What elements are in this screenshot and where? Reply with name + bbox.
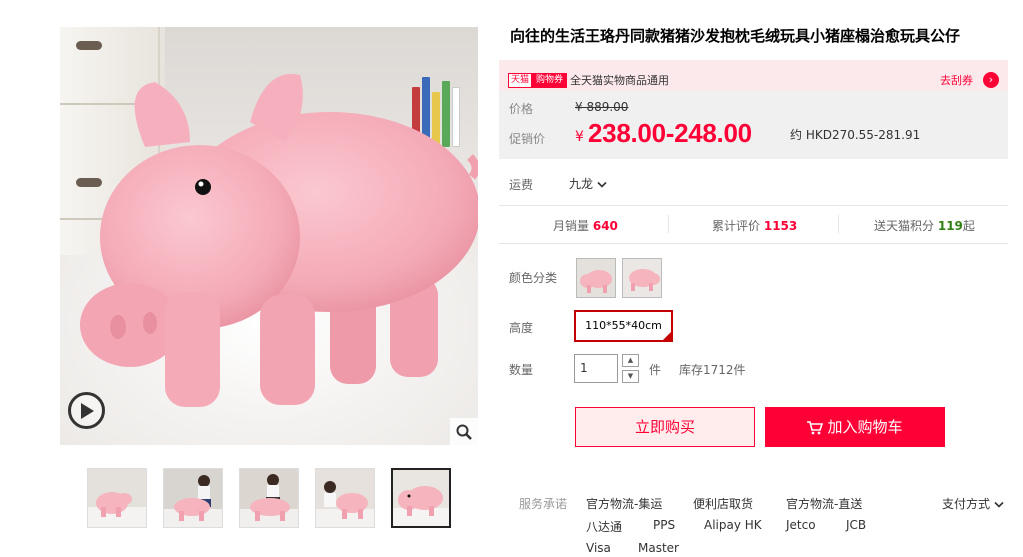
color-option-1[interactable] bbox=[576, 258, 616, 298]
quantity-input[interactable]: 1 bbox=[574, 354, 618, 383]
height-label: 高度 bbox=[509, 321, 534, 335]
total-reviews-value: 1153 bbox=[763, 219, 798, 233]
original-price: ¥ 889.00 bbox=[575, 100, 629, 114]
promo-price: 238.00-248.00 bbox=[588, 118, 752, 148]
color-option-2[interactable] bbox=[622, 258, 662, 298]
total-reviews[interactable]: 累计评价 1153 bbox=[712, 217, 797, 234]
divider bbox=[838, 215, 839, 233]
promo-currency-symbol: ¥ bbox=[575, 129, 584, 145]
payment-method-label: 支付方式 bbox=[942, 497, 991, 511]
quantity-decrease-button[interactable]: ▼ bbox=[622, 370, 639, 383]
tmall-points-label: 送天猫积分 bbox=[874, 219, 935, 233]
price-panel: 天猫 购物券 全天猫实物商品通用 去刮券 › 价格 ¥ 889.00 促销价 ¥ … bbox=[499, 60, 1008, 159]
play-video-button[interactable] bbox=[68, 392, 105, 429]
chevron-down-icon bbox=[597, 181, 607, 188]
coupon-description: 全天猫实物商品通用 bbox=[570, 74, 669, 87]
thumbnail-image bbox=[240, 469, 298, 527]
service-item: PPS bbox=[653, 518, 676, 532]
service-item: 官方物流-直送 bbox=[786, 497, 863, 511]
quantity-unit: 件 bbox=[649, 363, 662, 377]
shipping-destination-select[interactable]: 九龙 bbox=[569, 175, 607, 192]
quantity-increase-button[interactable]: ▲ bbox=[622, 354, 639, 367]
thumbnail-image bbox=[88, 469, 146, 527]
service-item: 便利店取货 bbox=[693, 497, 754, 511]
service-item: Visa bbox=[586, 541, 611, 555]
monthly-sales-label: 月销量 bbox=[553, 219, 590, 233]
total-reviews-label: 累计评价 bbox=[712, 219, 761, 233]
magnifier-icon bbox=[456, 424, 472, 440]
selected-check-icon bbox=[662, 331, 672, 341]
thumbnail-image bbox=[164, 469, 222, 527]
divider bbox=[499, 205, 1008, 206]
tmall-points-value: 119 bbox=[937, 219, 963, 233]
pink-pig-plush bbox=[80, 73, 478, 407]
tmall-points: 送天猫积分 119起 bbox=[874, 217, 975, 234]
get-coupon-link[interactable]: 去刮券 bbox=[940, 72, 973, 88]
thumbnail-4[interactable] bbox=[315, 468, 375, 528]
stock-count: 库存1712件 bbox=[679, 363, 746, 377]
color-label: 颜色分类 bbox=[509, 271, 558, 285]
coupon-row: 天猫 购物券 全天猫实物商品通用 去刮券 › bbox=[499, 60, 1008, 91]
buy-now-button[interactable]: 立即购买 bbox=[575, 407, 755, 447]
cart-icon bbox=[807, 420, 824, 434]
service-item: Master bbox=[638, 541, 679, 555]
tmall-points-suffix: 起 bbox=[962, 219, 975, 233]
promo-price-hkd: 约 HKD270.55-281.91 bbox=[790, 128, 921, 142]
service-item: Jetco bbox=[786, 518, 816, 532]
tmall-badge-label: 天猫 bbox=[508, 73, 533, 88]
zoom-button[interactable] bbox=[450, 418, 478, 445]
tmall-coupon-badge: 天猫 购物券 bbox=[508, 73, 568, 88]
height-option-label: 110*55*40cm bbox=[585, 319, 662, 332]
coupon-badge-label: 购物券 bbox=[532, 73, 568, 88]
thumbnail-image bbox=[316, 469, 374, 527]
play-icon bbox=[80, 402, 94, 419]
shipping-label: 运费 bbox=[509, 178, 534, 192]
product-title: 向往的生活王珞丹同款猪猪沙发抱枕毛绒玩具小猪座榻治愈玩具公仔 bbox=[510, 27, 961, 45]
thumbnail-3[interactable] bbox=[239, 468, 299, 528]
monthly-sales: 月销量 640 bbox=[553, 217, 618, 234]
quantity-label: 数量 bbox=[509, 363, 534, 377]
service-item: Alipay HK bbox=[704, 518, 762, 532]
service-item: JCB bbox=[846, 518, 867, 532]
original-price-label: 价格 bbox=[509, 102, 534, 116]
payment-method-dropdown[interactable]: 支付方式 bbox=[942, 495, 1004, 512]
service-item: 官方物流-集运 bbox=[586, 497, 663, 511]
height-option-selected[interactable]: 110*55*40cm bbox=[574, 310, 673, 342]
thumbnail-2[interactable] bbox=[163, 468, 223, 528]
chevron-down-icon bbox=[994, 501, 1004, 508]
thumbnail-5-selected[interactable] bbox=[391, 468, 451, 528]
swatch-image bbox=[577, 259, 615, 297]
service-promise-label: 服务承诺 bbox=[519, 497, 568, 511]
thumbnail-1[interactable] bbox=[87, 468, 147, 528]
promo-price-label: 促销价 bbox=[509, 132, 546, 146]
arrow-right-icon[interactable]: › bbox=[983, 72, 999, 88]
divider bbox=[499, 243, 1008, 244]
add-to-cart-button[interactable]: 加入购物车 bbox=[765, 407, 945, 447]
monthly-sales-value: 640 bbox=[592, 219, 618, 233]
add-to-cart-label: 加入购物车 bbox=[827, 418, 903, 436]
service-item: 八达通 bbox=[586, 520, 623, 534]
divider bbox=[668, 215, 669, 233]
shipping-destination: 九龙 bbox=[569, 177, 594, 191]
thumbnail-image bbox=[393, 470, 449, 526]
swatch-image bbox=[623, 259, 661, 297]
main-product-image[interactable] bbox=[60, 27, 478, 445]
